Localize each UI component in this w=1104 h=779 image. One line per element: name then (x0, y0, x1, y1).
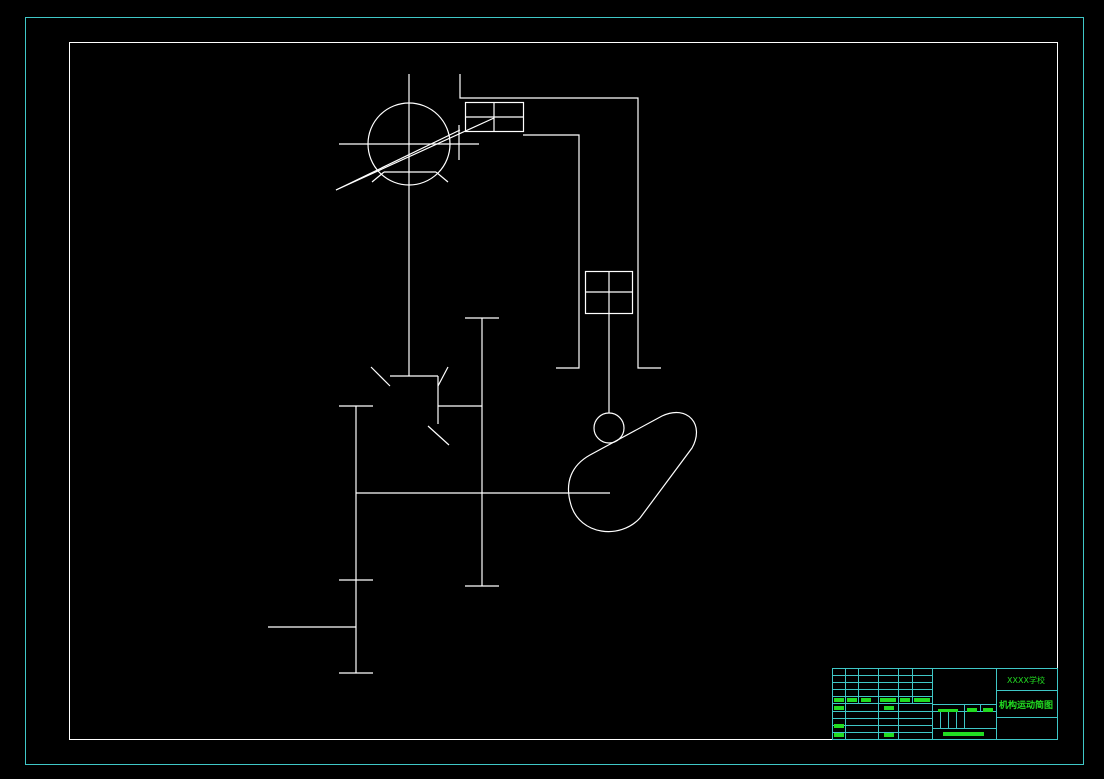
right-gear (465, 317, 499, 587)
mechanism-sketch (268, 74, 697, 674)
sheet-border (25, 17, 1084, 765)
inner-guide (523, 134, 580, 369)
lower-bevel-gear (370, 366, 482, 446)
title-block: XXXX学校 机构运动简图 (832, 668, 1058, 740)
cam-profile (567, 411, 697, 533)
drawing-canvas: XXXX学校 机构运动简图 (25, 17, 1084, 765)
left-gear (339, 405, 373, 674)
upper-wheel (339, 74, 479, 186)
follower-slider (584, 270, 634, 315)
school-name: XXXX学校 (1007, 675, 1045, 685)
drawing-frame (69, 42, 1058, 740)
drawing-title: 机构运动简图 (999, 699, 1053, 711)
crank-link (335, 117, 495, 191)
outer-guide (459, 74, 661, 369)
